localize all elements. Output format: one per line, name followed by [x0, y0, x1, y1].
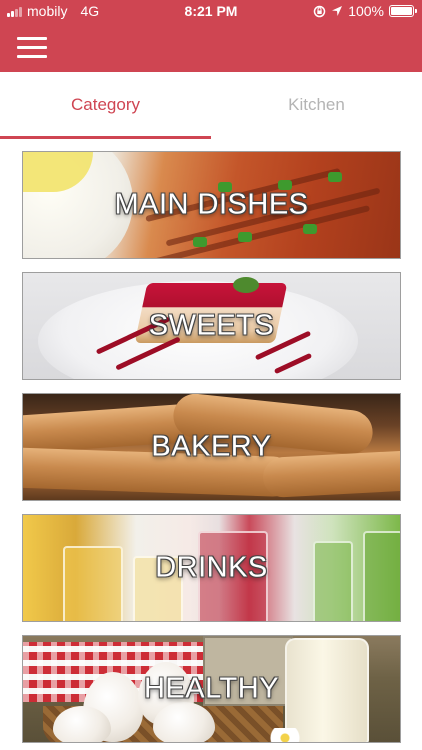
category-card-bakery[interactable]: BAKERY — [22, 393, 401, 501]
status-bar: mobily 4G 8:21 PM 100% — [0, 0, 422, 24]
category-card-sweets[interactable]: SWEETS — [22, 272, 401, 380]
battery-percent: 100% — [348, 3, 384, 19]
category-title: SWEETS — [148, 309, 275, 342]
category-title: BAKERY — [151, 430, 272, 463]
tab-kitchen[interactable]: Kitchen — [211, 72, 422, 139]
category-card-drinks[interactable]: DRINKS — [22, 514, 401, 622]
tab-bar: Category Kitchen — [0, 72, 422, 139]
category-card-healthy[interactable]: HEALTHY — [22, 635, 401, 743]
battery-icon — [389, 5, 417, 17]
category-title: DRINKS — [155, 551, 268, 584]
tab-category[interactable]: Category — [0, 72, 211, 139]
rotation-lock-icon — [313, 5, 326, 17]
active-tab-indicator — [0, 136, 211, 139]
status-right: 100% — [313, 3, 417, 19]
location-icon — [332, 6, 343, 16]
category-card-main-dishes[interactable]: MAIN DISHES — [22, 151, 401, 259]
app-header: mobily 4G 8:21 PM 100% — [0, 0, 422, 72]
hamburger-menu-icon[interactable] — [17, 37, 47, 59]
category-title: HEALTHY — [143, 672, 280, 705]
category-list: MAIN DISHES SWEETS BAKERY DRINKS HEALTHY — [22, 151, 401, 743]
category-title: MAIN DISHES — [114, 188, 309, 221]
